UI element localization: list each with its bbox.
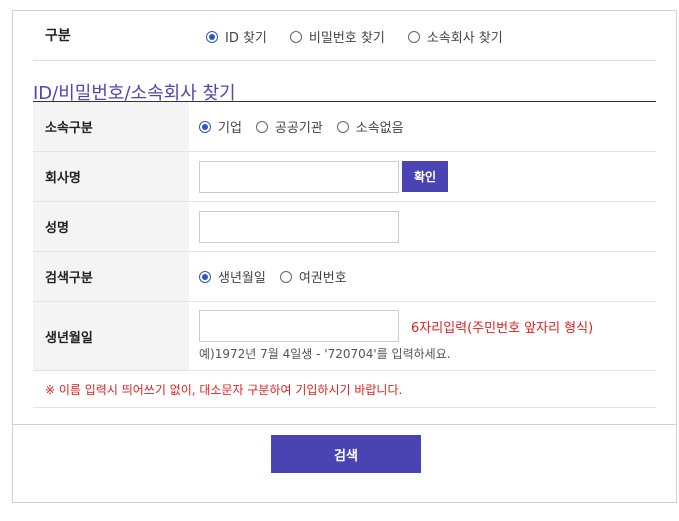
- radio-unchecked-icon: [255, 120, 268, 133]
- search-type-field: 생년월일 여권번호: [189, 252, 656, 301]
- affiliation-field: 기업 공공기관 소속없음: [189, 102, 656, 151]
- notice-text: ※ 이름 입력시 띄어쓰기 없이, 대소문자 구분하여 기입하시기 바랍니다.: [33, 371, 656, 408]
- radio-search-passport[interactable]: 여권번호: [279, 267, 347, 286]
- birthdate-label: 생년월일: [33, 302, 189, 370]
- find-account-panel: 구분 ID 찾기 비밀번호 찾기 소속회사 찾기 ID/비밀번호/소속회사 찾기…: [12, 10, 677, 503]
- affiliation-label: 소속구분: [33, 102, 189, 151]
- radio-label: 비밀번호 찾기: [308, 31, 385, 46]
- radio-label: 공공기관: [274, 121, 323, 136]
- radio-unchecked-icon: [336, 120, 349, 133]
- radio-affiliation-none[interactable]: 소속없음: [336, 117, 404, 136]
- affiliation-radio-group: 기업 공공기관 소속없음: [199, 117, 427, 136]
- footer-divider: [13, 424, 676, 425]
- radio-checked-icon: [206, 30, 218, 43]
- radio-unchecked-icon: [279, 270, 292, 283]
- birthdate-field: 6자리입력(주민번호 앞자리 형식) 예)1972년 7월 4일생 - '720…: [189, 302, 656, 370]
- radio-checked-icon: [199, 120, 211, 133]
- radio-unchecked-icon: [407, 30, 420, 43]
- radio-find-id[interactable]: ID 찾기: [206, 27, 267, 46]
- search-type-radio-group: 생년월일 여권번호: [199, 267, 370, 286]
- radio-affiliation-public[interactable]: 공공기관: [255, 117, 323, 136]
- company-name-input[interactable]: [199, 160, 399, 193]
- radio-label: 생년월일: [218, 271, 266, 286]
- radio-checked-icon: [199, 270, 211, 283]
- name-row: 성명: [33, 202, 656, 252]
- radio-find-password[interactable]: 비밀번호 찾기: [289, 27, 385, 46]
- search-type-row: 검색구분 생년월일 여권번호: [33, 252, 656, 302]
- company-field: 확인: [189, 152, 656, 201]
- radio-label: 소속회사 찾기: [426, 31, 503, 46]
- radio-label: 기업: [218, 121, 242, 136]
- radio-label: 여권번호: [298, 271, 347, 286]
- radio-affiliation-company[interactable]: 기업: [199, 117, 242, 136]
- name-input[interactable]: [199, 210, 399, 243]
- search-button[interactable]: 검색: [271, 435, 421, 473]
- birthdate-hint: 6자리입력(주민번호 앞자리 형식): [411, 321, 594, 336]
- radio-label: ID 찾기: [225, 31, 267, 46]
- name-field: [189, 202, 656, 251]
- birthdate-input[interactable]: [199, 310, 399, 342]
- find-type-row: 구분 ID 찾기 비밀번호 찾기 소속회사 찾기: [33, 11, 656, 61]
- birthdate-row: 생년월일 6자리입력(주민번호 앞자리 형식) 예)1972년 7월 4일생 -…: [33, 302, 656, 371]
- find-form-table: 소속구분 기업 공공기관 소속없음 회사명 확인 성명 검색구분 생년월일 여권…: [33, 102, 656, 408]
- radio-unchecked-icon: [289, 30, 302, 43]
- search-type-label: 검색구분: [33, 252, 189, 301]
- birthdate-example: 예)1972년 7월 4일생 - '720704'를 입력하세요.: [199, 347, 451, 361]
- affiliation-row: 소속구분 기업 공공기관 소속없음: [33, 102, 656, 152]
- find-type-label: 구분: [45, 28, 71, 44]
- find-type-radio-group: ID 찾기 비밀번호 찾기 소속회사 찾기: [206, 27, 526, 46]
- company-row: 회사명 확인: [33, 152, 656, 202]
- radio-label: 소속없음: [355, 121, 404, 136]
- confirm-button[interactable]: 확인: [402, 161, 448, 192]
- radio-find-company[interactable]: 소속회사 찾기: [407, 27, 503, 46]
- company-label: 회사명: [33, 152, 189, 201]
- name-label: 성명: [33, 202, 189, 251]
- radio-search-birthdate[interactable]: 생년월일: [199, 267, 266, 286]
